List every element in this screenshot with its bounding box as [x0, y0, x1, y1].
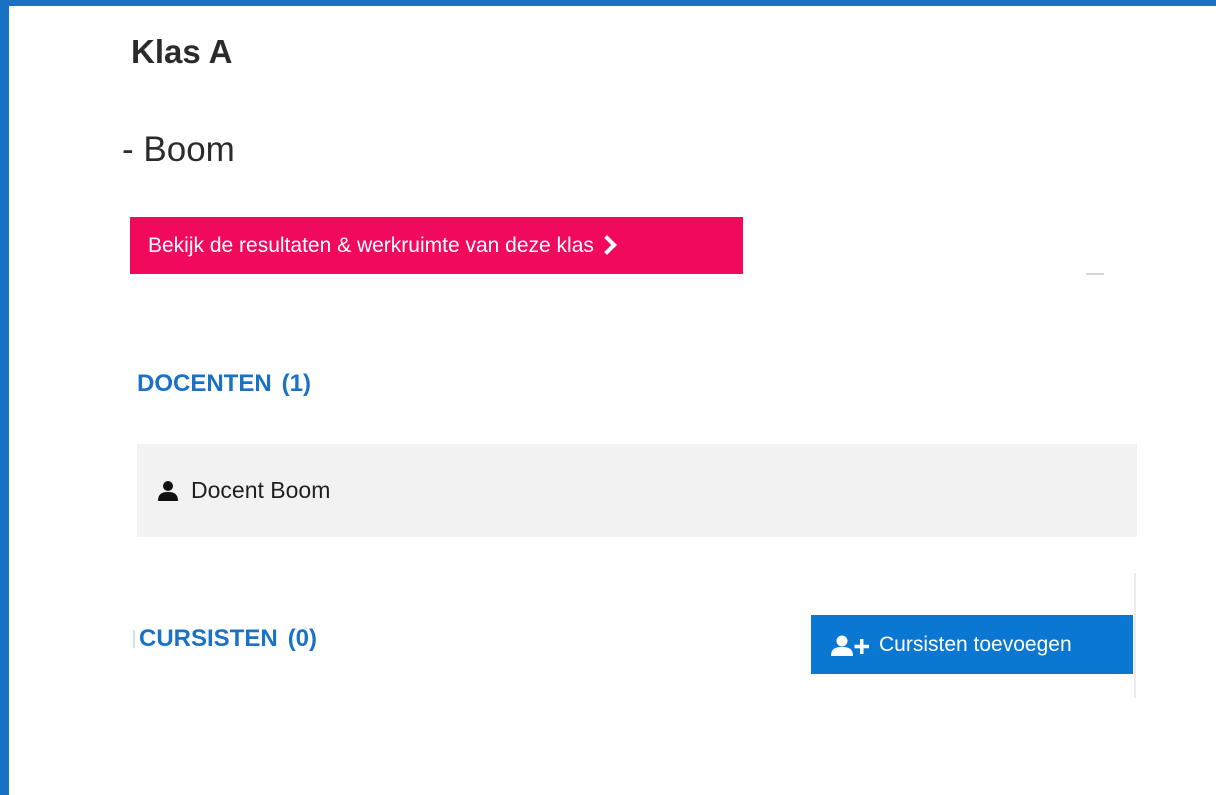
cursisten-heading: CURSISTEN (0) — [139, 624, 317, 654]
view-results-label: Bekijk de resultaten & werkruimte van de… — [148, 233, 594, 257]
window-frame: Klas A - Boom Bekijk de resultaten & wer… — [0, 0, 1216, 795]
view-results-button[interactable]: Bekijk de resultaten & werkruimte van de… — [130, 217, 743, 274]
list-item[interactable]: Docent Boom — [137, 444, 1137, 537]
docenten-count: (1) — [281, 370, 312, 397]
page-subtitle: - Boom — [122, 130, 235, 169]
teacher-name: Docent Boom — [191, 477, 331, 503]
add-students-button[interactable]: Cursisten toevoegen — [811, 615, 1133, 674]
cursisten-count: (0) — [287, 625, 318, 652]
add-students-label: Cursisten toevoegen — [879, 632, 1072, 656]
text-cursor — [133, 630, 135, 648]
docenten-label: DOCENTEN — [137, 370, 272, 397]
chevron-right-icon — [596, 234, 617, 255]
page-title: Klas A — [131, 33, 233, 70]
cursisten-label: CURSISTEN — [139, 625, 278, 652]
divider-mark — [1086, 273, 1104, 275]
user-icon — [157, 480, 179, 502]
docenten-heading: DOCENTEN (1) — [137, 369, 311, 399]
add-user-icon — [831, 633, 875, 657]
vertical-divider — [1134, 573, 1136, 698]
